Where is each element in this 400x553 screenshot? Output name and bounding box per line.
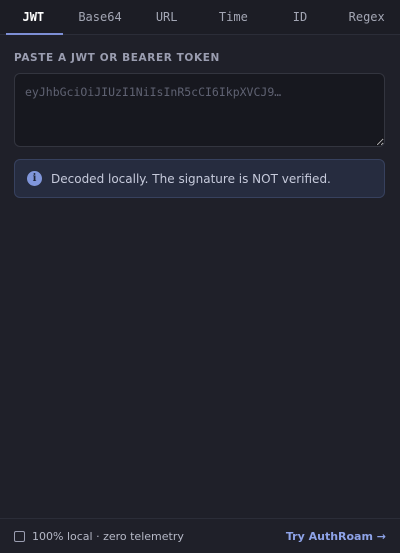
tab-regex[interactable]: Regex (333, 0, 400, 34)
tab-url[interactable]: URL (133, 0, 200, 34)
try-authroam-link[interactable]: Try AuthRoam → (286, 530, 386, 543)
token-input-label: PASTE A JWT OR BEARER TOKEN (14, 52, 220, 64)
tab-id[interactable]: ID (267, 0, 334, 34)
tab-time[interactable]: Time (200, 0, 267, 34)
tab-jwt[interactable]: JWT (0, 0, 67, 35)
tab-base64[interactable]: Base64 (67, 0, 134, 34)
footer-status-text: 100% local · zero telemetry (32, 529, 184, 543)
info-icon: i (27, 171, 42, 186)
token-input[interactable] (14, 73, 385, 147)
footer: 100% local · zero telemetry Try AuthRoam… (0, 518, 400, 553)
telemetry-toggle[interactable]: 100% local · zero telemetry (14, 530, 184, 543)
tab-bar: JWT Base64 URL Time ID Regex (0, 0, 400, 35)
telemetry-checkbox[interactable] (14, 530, 25, 542)
app-window: JWT Base64 URL Time ID Regex PASTE A JWT… (0, 0, 400, 553)
notice-text: Decoded locally. The signature is NOT ve… (51, 171, 331, 186)
info-notice: i Decoded locally. The signature is NOT … (14, 159, 385, 198)
